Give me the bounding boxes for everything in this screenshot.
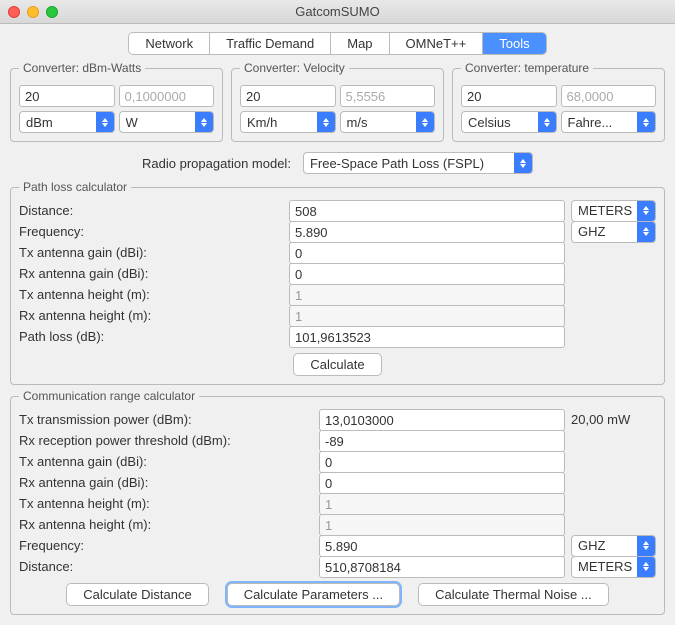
select-value: m/s <box>347 115 417 130</box>
txpower-input[interactable]: 13,0103000 <box>319 409 565 431</box>
converter-velocity: Converter: Velocity 20 5,5556 Km/h m/s <box>231 61 444 142</box>
select-value: Celsius <box>468 115 538 130</box>
converter-velocity-legend: Converter: Velocity <box>240 61 349 75</box>
chevron-updown-icon <box>637 557 655 577</box>
ms-output[interactable]: 5,5556 <box>340 85 436 107</box>
distance-input[interactable]: 508 <box>289 200 565 222</box>
converter-dbm-watts: Converter: dBm-Watts 20 0,1000000 dBm W <box>10 61 223 142</box>
kmh-input[interactable]: 20 <box>240 85 336 107</box>
chevron-updown-icon <box>637 112 655 132</box>
frequency-label: Frequency: <box>19 224 289 239</box>
tab-tools[interactable]: Tools <box>483 33 545 54</box>
select-value: GHZ <box>578 538 637 553</box>
chevron-updown-icon <box>416 112 434 132</box>
chevron-updown-icon <box>637 536 655 556</box>
select-value: Fahre... <box>568 115 638 130</box>
distance-unit-select[interactable]: METERS <box>571 200 656 222</box>
rxgain-label: Rx antenna gain (dBi): <box>19 266 289 281</box>
rxheight2-label: Rx antenna height (m): <box>19 517 319 532</box>
watts-unit-select[interactable]: W <box>119 111 215 133</box>
select-value: METERS <box>578 559 637 574</box>
frequency2-input[interactable]: 5.890 <box>319 535 565 557</box>
commrange-legend: Communication range calculator <box>19 389 199 403</box>
distance2-unit-select[interactable]: METERS <box>571 556 656 578</box>
frequency-input[interactable]: 5.890 <box>289 221 565 243</box>
select-value: METERS <box>578 203 637 218</box>
tab-map[interactable]: Map <box>331 33 389 54</box>
calculate-distance-button[interactable]: Calculate Distance <box>66 583 208 606</box>
select-value: Free-Space Path Loss (FSPL) <box>310 156 514 171</box>
txheight2-label: Tx antenna height (m): <box>19 496 319 511</box>
watts-output[interactable]: 0,1000000 <box>119 85 215 107</box>
frequency2-unit-select[interactable]: GHZ <box>571 535 656 557</box>
converter-temperature: Converter: temperature 20 68,0000 Celsiu… <box>452 61 665 142</box>
window-title: GatcomSUMO <box>8 4 667 19</box>
pathloss-group: Path loss calculator Distance: 508 METER… <box>10 180 665 385</box>
select-value: Km/h <box>247 115 317 130</box>
txgain2-label: Tx antenna gain (dBi): <box>19 454 319 469</box>
txheight2-input: 1 <box>319 493 565 515</box>
chevron-updown-icon <box>317 112 335 132</box>
celsius-unit-select[interactable]: Celsius <box>461 111 557 133</box>
minimize-icon[interactable] <box>27 6 39 18</box>
dbm-input[interactable]: 20 <box>19 85 115 107</box>
zoom-icon[interactable] <box>46 6 58 18</box>
pathloss-legend: Path loss calculator <box>19 180 131 194</box>
tab-traffic-demand[interactable]: Traffic Demand <box>210 33 331 54</box>
pathloss-output[interactable]: 101,9613523 <box>289 326 565 348</box>
celsius-input[interactable]: 20 <box>461 85 557 107</box>
fahrenheit-output[interactable]: 68,0000 <box>561 85 657 107</box>
calculate-parameters-button[interactable]: Calculate Parameters ... <box>227 583 400 606</box>
rxthresh-label: Rx reception power threshold (dBm): <box>19 433 319 448</box>
select-value: dBm <box>26 115 96 130</box>
txgain-label: Tx antenna gain (dBi): <box>19 245 289 260</box>
txpower-label: Tx transmission power (dBm): <box>19 412 319 427</box>
chevron-updown-icon <box>514 153 532 173</box>
frequency-unit-select[interactable]: GHZ <box>571 221 656 243</box>
chevron-updown-icon <box>637 222 655 242</box>
main-tabs: Network Traffic Demand Map OMNeT++ Tools <box>128 32 546 55</box>
close-icon[interactable] <box>8 6 20 18</box>
distance2-output[interactable]: 510,8708184 <box>319 556 565 578</box>
dbm-unit-select[interactable]: dBm <box>19 111 115 133</box>
calculate-button[interactable]: Calculate <box>293 353 381 376</box>
kmh-unit-select[interactable]: Km/h <box>240 111 336 133</box>
chevron-updown-icon <box>538 112 556 132</box>
tab-omnet[interactable]: OMNeT++ <box>390 33 484 54</box>
txheight-input: 1 <box>289 284 565 306</box>
converter-dbm-watts-legend: Converter: dBm-Watts <box>19 61 145 75</box>
calculate-thermal-noise-button[interactable]: Calculate Thermal Noise ... <box>418 583 609 606</box>
rxheight2-input: 1 <box>319 514 565 536</box>
rxheight-input: 1 <box>289 305 565 327</box>
chevron-updown-icon <box>637 201 655 221</box>
txheight-label: Tx antenna height (m): <box>19 287 289 302</box>
tab-network[interactable]: Network <box>129 33 210 54</box>
chevron-updown-icon <box>96 112 114 132</box>
rxheight-label: Rx antenna height (m): <box>19 308 289 323</box>
txgain2-input[interactable]: 0 <box>319 451 565 473</box>
rxthresh-input[interactable]: -89 <box>319 430 565 452</box>
converter-temperature-legend: Converter: temperature <box>461 61 593 75</box>
distance-label: Distance: <box>19 203 289 218</box>
pathloss-label: Path loss (dB): <box>19 329 289 344</box>
frequency2-label: Frequency: <box>19 538 319 553</box>
distance2-label: Distance: <box>19 559 319 574</box>
rxgain-input[interactable]: 0 <box>289 263 565 285</box>
select-value: W <box>126 115 196 130</box>
radio-model-select[interactable]: Free-Space Path Loss (FSPL) <box>303 152 533 174</box>
radio-model-label: Radio propagation model: <box>142 156 291 171</box>
txgain-input[interactable]: 0 <box>289 242 565 264</box>
txpower-mw-note: 20,00 mW <box>571 412 656 427</box>
chevron-updown-icon <box>195 112 213 132</box>
rxgain2-input[interactable]: 0 <box>319 472 565 494</box>
rxgain2-label: Rx antenna gain (dBi): <box>19 475 319 490</box>
select-value: GHZ <box>578 224 637 239</box>
fahrenheit-unit-select[interactable]: Fahre... <box>561 111 657 133</box>
commrange-group: Communication range calculator Tx transm… <box>10 389 665 615</box>
ms-unit-select[interactable]: m/s <box>340 111 436 133</box>
